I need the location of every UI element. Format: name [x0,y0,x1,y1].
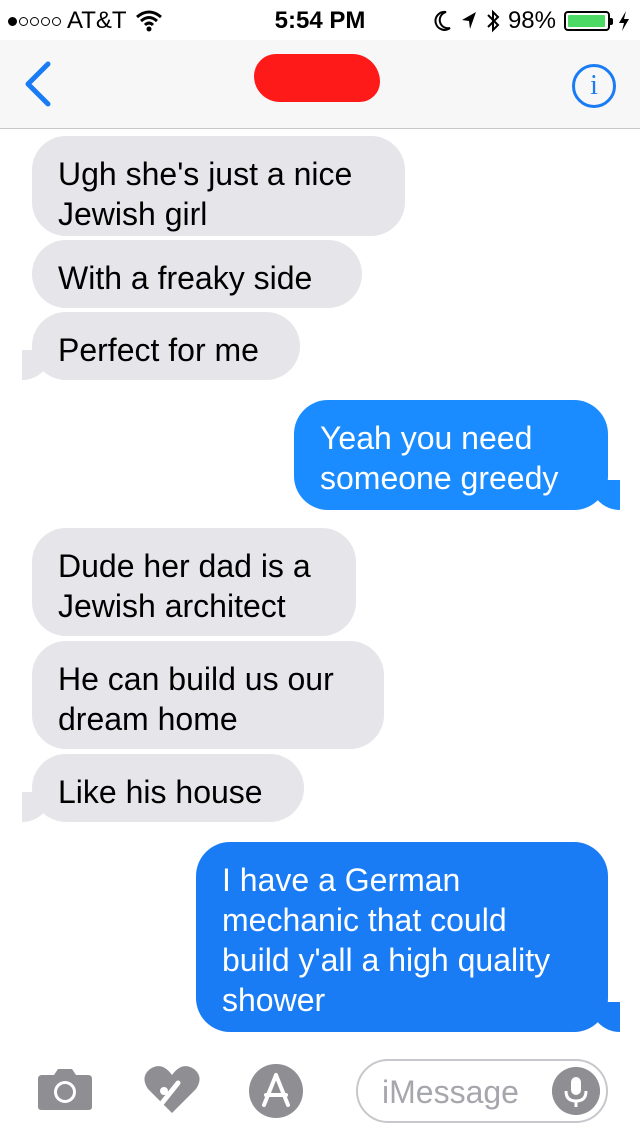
conversation[interactable]: Ugh she's just a nice Jewish girl With a… [0,129,640,1047]
battery-percent: 98% [507,7,556,34]
message-text: Yeah you need someone greedy [320,420,559,496]
chevron-left-icon [25,61,51,107]
message-bubble-outgoing[interactable]: Yeah you need someone greedy [294,400,608,510]
message-text: With a freaky side [58,260,313,296]
navigation-bar: i [0,40,640,129]
camera-icon[interactable] [36,1067,94,1111]
message-text: He can build us our dream home [58,661,334,737]
bubble-tail [590,480,620,510]
message-bubble-incoming[interactable]: With a freaky side [32,240,362,308]
do-not-disturb-icon [434,10,451,31]
battery-fill [568,15,606,27]
bubble-tail [22,792,52,822]
message-bubble-outgoing[interactable]: I have a German mechanic that could buil… [196,842,608,1032]
input-bar [0,1047,640,1136]
status-right: 98% [434,7,630,35]
microphone-icon[interactable] [552,1067,600,1115]
message-text: I have a German mechanic that could buil… [222,862,551,1018]
info-button[interactable]: i [572,64,616,108]
message-input[interactable] [380,1069,554,1115]
message-bubble-incoming[interactable]: He can build us our dream home [32,641,384,749]
digital-touch-icon[interactable] [142,1063,202,1115]
message-field[interactable] [356,1059,608,1123]
message-text: Perfect for me [58,332,259,368]
message-bubble-incoming[interactable]: Perfect for me [32,312,300,380]
message-bubble-incoming[interactable]: Ugh she's just a nice Jewish girl [32,136,405,236]
bubble-tail [22,350,52,380]
status-bar: AT&T 5:54 PM 98% [0,0,640,40]
app-store-icon[interactable] [248,1063,304,1119]
bluetooth-icon [487,9,500,33]
back-button[interactable] [18,60,58,108]
location-icon [461,12,476,29]
message-text: Like his house [58,774,263,810]
message-text: Ugh she's just a nice Jewish girl [58,156,353,232]
message-text: Dude her dad is a Jewish architect [58,548,311,624]
bubble-tail [590,1002,620,1032]
battery-icon [564,11,613,31]
info-icon: i [590,70,598,101]
charging-icon [619,11,629,31]
message-bubble-incoming[interactable]: Like his house [32,754,304,822]
message-bubble-incoming[interactable]: Dude her dad is a Jewish architect [32,528,356,636]
contact-name-redaction[interactable] [254,54,380,102]
